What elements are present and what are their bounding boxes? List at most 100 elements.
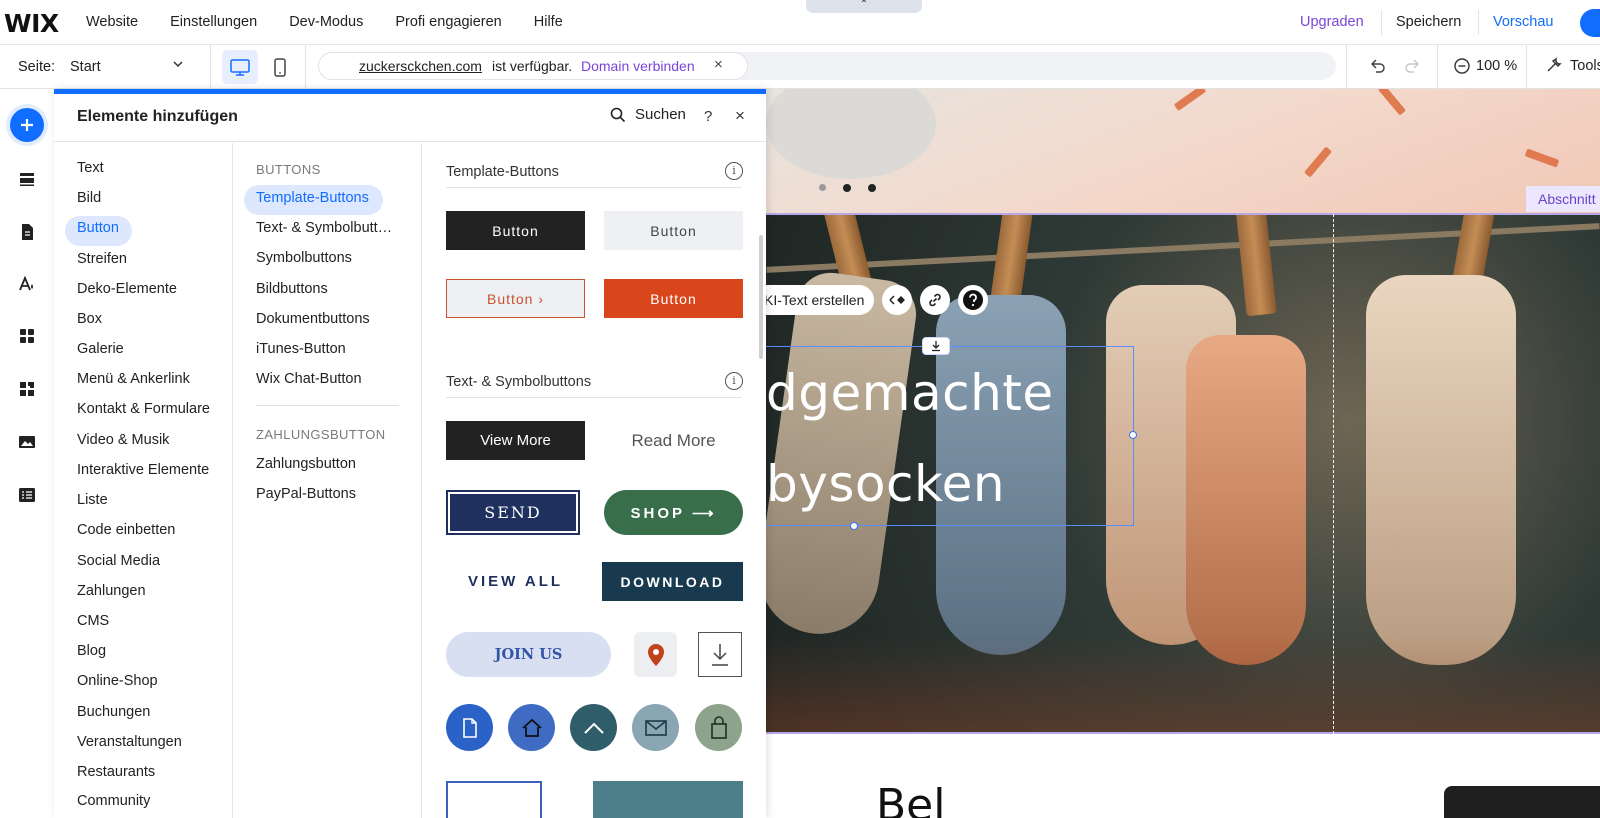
mail-circle-button[interactable]	[632, 704, 679, 751]
mobile-view-button[interactable]	[268, 50, 292, 84]
panel-close-icon[interactable]: ×	[735, 106, 745, 126]
document-circle-button[interactable]	[446, 704, 493, 751]
nav-help[interactable]: Hilfe	[534, 14, 563, 30]
category-item-selected[interactable]: Button	[77, 220, 119, 236]
category-item[interactable]: Zahlungen	[77, 583, 146, 599]
panel-help-icon[interactable]: ?	[704, 108, 712, 125]
nav-website[interactable]: Website	[86, 14, 138, 30]
media-button[interactable]	[10, 425, 44, 459]
page-select[interactable]: Start	[70, 59, 101, 75]
read-more-button[interactable]: Read More	[604, 421, 743, 460]
animation-button[interactable]	[882, 285, 912, 315]
category-item[interactable]: Interaktive Elemente	[77, 462, 209, 478]
template-button-light[interactable]: Button	[604, 211, 743, 250]
chevron-down-icon[interactable]	[172, 58, 184, 73]
desktop-view-button[interactable]	[222, 50, 258, 84]
subcategory-item[interactable]: PayPal-Buttons	[256, 486, 356, 502]
hero-title-line-1[interactable]: dgemachte	[766, 364, 1054, 422]
category-item[interactable]: Social Media	[77, 553, 160, 569]
category-item[interactable]: Menü & Ankerlink	[77, 371, 190, 387]
business-apps-button[interactable]	[10, 372, 44, 406]
shopping-bag-circle-button[interactable]	[695, 704, 742, 751]
collapse-toolbar-tab[interactable]: ⌃	[806, 0, 922, 13]
panel-scrollbar[interactable]	[759, 235, 763, 359]
close-icon[interactable]: ×	[714, 56, 723, 73]
help-button[interactable]	[958, 285, 988, 315]
nav-hire-pro[interactable]: Profi engagieren	[395, 14, 501, 30]
category-item[interactable]: Community	[77, 793, 150, 809]
tools-menu[interactable]: Tools	[1570, 58, 1600, 74]
connect-domain-link[interactable]: Domain verbinden	[581, 58, 695, 74]
view-more-button[interactable]: View More	[446, 421, 585, 460]
category-item[interactable]: Restaurants	[77, 764, 155, 780]
subcategory-item-selected[interactable]: Template-Buttons	[256, 190, 369, 206]
arrow-up-circle-button[interactable]	[570, 704, 617, 751]
category-item[interactable]: Kontakt & Formulare	[77, 401, 210, 417]
previous-section[interactable]	[766, 89, 1600, 216]
next-section-heading[interactable]: Bel	[876, 780, 945, 818]
category-item[interactable]: Streifen	[77, 251, 127, 267]
subcategory-item[interactable]: Zahlungsbutton	[256, 456, 356, 472]
category-item[interactable]: Video & Musik	[77, 432, 169, 448]
slider-dot[interactable]	[843, 184, 851, 192]
preview-button[interactable]: Vorschau	[1493, 14, 1553, 30]
subcategory-item[interactable]: Wix Chat-Button	[256, 371, 362, 387]
nav-settings[interactable]: Einstellungen	[170, 14, 257, 30]
wix-logo[interactable]: WIX	[4, 9, 59, 38]
pages-button[interactable]	[10, 215, 44, 249]
slider-dot[interactable]	[868, 184, 876, 192]
category-item[interactable]: Text	[77, 160, 104, 176]
subcategory-item[interactable]: Text- & Symbolbutt…	[256, 220, 392, 236]
resize-handle[interactable]	[1129, 431, 1137, 439]
nav-dev-mode[interactable]: Dev-Modus	[289, 14, 363, 30]
category-item[interactable]: Bild	[77, 190, 101, 206]
location-button[interactable]	[634, 632, 677, 677]
design-button[interactable]	[10, 267, 44, 301]
zoom-level[interactable]: 100 %	[1476, 58, 1517, 74]
slider-dots[interactable]	[819, 184, 876, 192]
info-icon[interactable]: i	[725, 162, 743, 180]
subcategory-item[interactable]: Symbolbuttons	[256, 250, 352, 266]
publish-button[interactable]	[1580, 9, 1600, 37]
info-icon[interactable]: i	[725, 372, 743, 390]
panel-search-button[interactable]: Suchen	[610, 106, 686, 123]
category-item[interactable]: Blog	[77, 643, 106, 659]
category-item[interactable]: Box	[77, 311, 102, 327]
template-button-dark[interactable]: Button	[446, 211, 585, 250]
image-button-preview[interactable]	[446, 781, 542, 818]
subcategory-item[interactable]: iTunes-Button	[256, 341, 346, 357]
category-item[interactable]: Liste	[77, 492, 108, 508]
add-elements-button[interactable]	[10, 108, 44, 142]
anchor-button[interactable]	[922, 337, 950, 355]
upgrade-link[interactable]: Upgraden	[1300, 14, 1364, 30]
home-circle-button[interactable]	[508, 704, 555, 751]
subcategory-item[interactable]: Bildbuttons	[256, 281, 328, 297]
next-section-button[interactable]	[1444, 786, 1600, 818]
domain-link[interactable]: zuckersckchen.com	[359, 58, 482, 74]
zoom-out-icon[interactable]	[1453, 57, 1471, 80]
download-button[interactable]: DOWNLOAD	[602, 562, 743, 601]
sections-button[interactable]	[10, 162, 44, 196]
template-button-orange[interactable]: Button	[604, 279, 743, 318]
send-button[interactable]: SEND	[446, 490, 580, 535]
category-item[interactable]: CMS	[77, 613, 109, 629]
category-item[interactable]: Veranstaltungen	[77, 734, 182, 750]
cms-button[interactable]	[10, 478, 44, 512]
hero-title-line-2[interactable]: bysocken	[766, 455, 1005, 513]
category-item[interactable]: Code einbetten	[77, 522, 175, 538]
category-item[interactable]: Deko-Elemente	[77, 281, 177, 297]
join-us-button[interactable]: JOIN US	[446, 632, 611, 677]
wrench-icon[interactable]	[1545, 56, 1563, 79]
section-tag[interactable]: Abschnitt	[1526, 186, 1600, 212]
image-button-preview[interactable]	[593, 781, 743, 818]
subcategory-item[interactable]: Dokumentbuttons	[256, 311, 370, 327]
category-item[interactable]: Galerie	[77, 341, 124, 357]
redo-icon[interactable]	[1402, 56, 1422, 81]
template-button-outline-orange[interactable]: Button ›	[446, 279, 585, 318]
ai-text-button[interactable]: KI-Text erstellen	[752, 285, 874, 315]
category-item[interactable]: Buchungen	[77, 704, 150, 720]
resize-handle[interactable]	[850, 522, 858, 530]
category-item[interactable]: Online-Shop	[77, 673, 158, 689]
slider-dot[interactable]	[819, 184, 826, 191]
shop-button[interactable]: SHOP ⟶	[604, 490, 743, 535]
